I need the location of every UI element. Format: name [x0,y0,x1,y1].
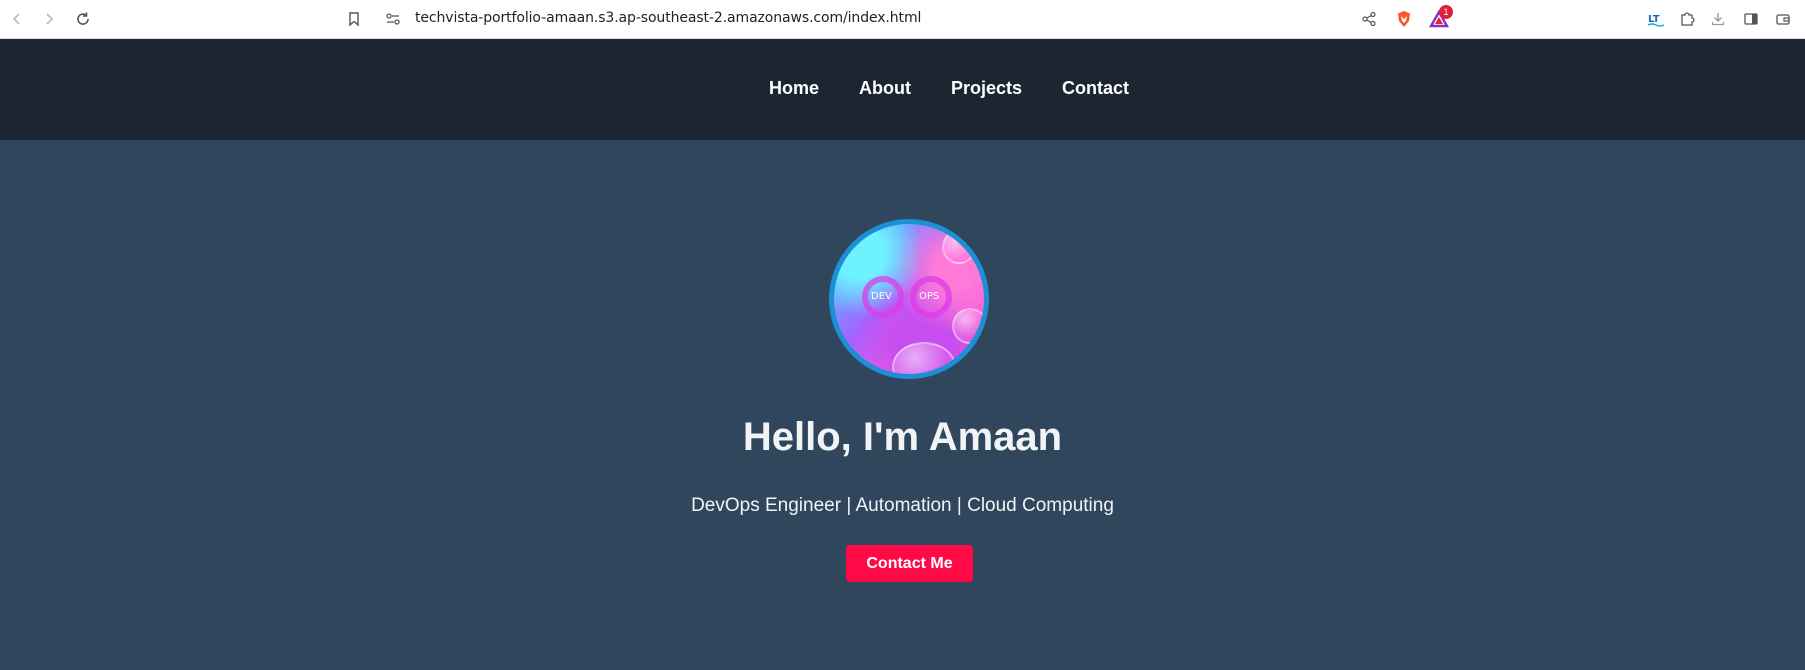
brave-shield-icon[interactable] [1393,8,1415,30]
notification-badge: 1 [1439,5,1453,19]
profile-avatar: DEV OPS [829,219,989,379]
avatar-ops-text: OPS [919,291,940,302]
url-text[interactable]: techvista-portfolio-amaan.s3.ap-southeas… [415,10,921,26]
nav-link-contact[interactable]: Contact [1062,78,1129,99]
download-icon[interactable] [1707,8,1729,30]
avatar-dev-text: DEV [871,291,892,302]
bookmark-icon[interactable] [343,8,365,30]
site-info-icon[interactable] [382,8,404,30]
translate-icon[interactable]: LT [1645,8,1667,30]
hero-tagline: DevOps Engineer | Automation | Cloud Com… [691,495,1114,516]
contact-me-button[interactable]: Contact Me [846,545,973,582]
browser-toolbar: techvista-portfolio-amaan.s3.ap-southeas… [0,0,1805,39]
avatar-bubble [892,342,956,374]
share-icon[interactable] [1358,8,1380,30]
reload-icon[interactable] [72,8,94,30]
svg-text:LT: LT [1648,14,1660,25]
nav-link-home[interactable]: Home [769,78,819,99]
avatar-bubble [942,230,976,264]
avatar-bubble [952,308,984,344]
nav-link-projects[interactable]: Projects [951,78,1022,99]
sidebar-icon[interactable] [1740,8,1762,30]
back-icon[interactable] [6,8,28,30]
wallet-icon[interactable] [1772,8,1794,30]
forward-icon[interactable] [38,8,60,30]
extensions-icon[interactable] [1676,8,1698,30]
nav-link-about[interactable]: About [859,78,911,99]
hero-headline: Hello, I'm Amaan [742,415,1063,459]
